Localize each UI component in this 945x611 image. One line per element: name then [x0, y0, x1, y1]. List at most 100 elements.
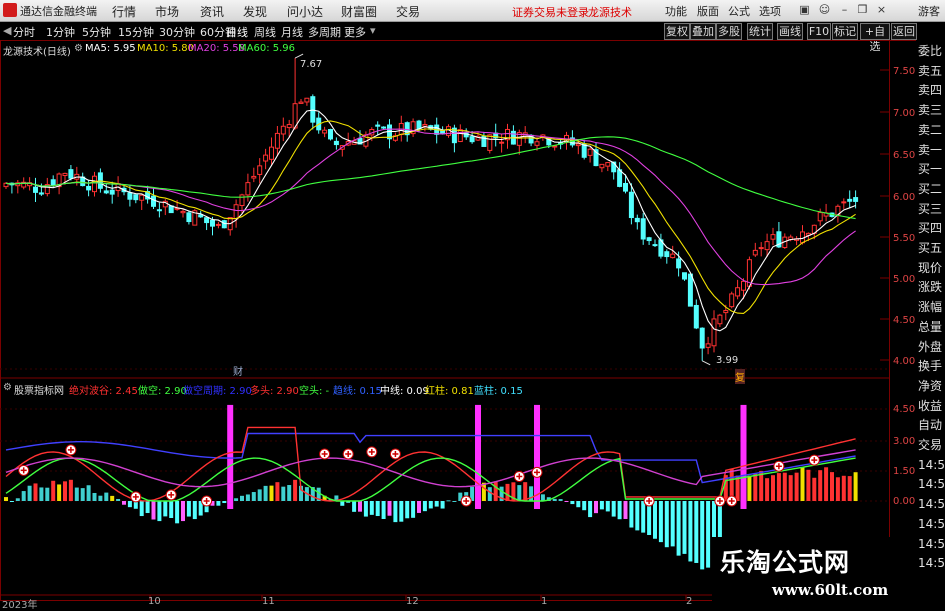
date-tick: 10: [148, 596, 161, 607]
f10-button[interactable]: F10: [807, 23, 831, 40]
menu-faxian[interactable]: 发现: [243, 3, 267, 20]
menu-xuanxiang[interactable]: 选项: [759, 3, 781, 19]
draw-line-button[interactable]: 画线: [777, 23, 803, 40]
quote-panel-item[interactable]: 自动: [918, 418, 942, 432]
finance-marker[interactable]: 财: [233, 363, 243, 378]
indicator-bar: [452, 500, 457, 502]
quote-panel-item[interactable]: 买二: [918, 182, 942, 196]
menu-jiaoyi[interactable]: 交易: [396, 3, 420, 20]
prev-arrow-icon[interactable]: ◀: [3, 24, 11, 37]
quote-panel-item[interactable]: 外盘: [918, 340, 942, 354]
indicator-bar: [186, 501, 191, 517]
add-watchlist-button[interactable]: +自选: [860, 23, 890, 53]
menu-shichang[interactable]: 市场: [155, 3, 179, 20]
stats-button[interactable]: 统计: [747, 23, 773, 40]
indicator-bar: [45, 487, 50, 501]
indicator-bar: [222, 501, 227, 504]
tab-weekly[interactable]: 周线: [254, 24, 276, 40]
quote-panel-item[interactable]: 收益: [918, 399, 942, 413]
quote-panel-item[interactable]: 14:56: [918, 556, 945, 570]
price-tick: 6.50: [893, 150, 916, 161]
menu-zixun[interactable]: 资讯: [200, 3, 224, 20]
indicator-bar: [800, 467, 805, 501]
quote-panel-item[interactable]: 总量: [918, 320, 942, 334]
menu-gongneng[interactable]: 功能: [665, 3, 687, 19]
overlay-button[interactable]: 叠加: [690, 23, 716, 40]
quote-panel-item[interactable]: 卖二: [918, 123, 942, 137]
tab-more[interactable]: 更多: [344, 24, 366, 40]
quote-panel-item[interactable]: 委比: [918, 44, 942, 58]
trade-login-notice[interactable]: 证券交易未登录: [512, 4, 589, 20]
kline-chart[interactable]: [0, 40, 916, 609]
indicator-item-4: 多头: 2.90: [250, 386, 299, 397]
restore-icon[interactable]: ❐: [856, 3, 869, 16]
tab-multi-period[interactable]: 多周期: [308, 24, 341, 40]
quote-panel-item[interactable]: 卖四: [918, 83, 942, 97]
back-button[interactable]: 返回: [891, 23, 917, 40]
candle-body: [210, 219, 215, 227]
quote-panel-item[interactable]: 14:55: [918, 458, 945, 472]
quote-panel-item[interactable]: 14:55: [918, 477, 945, 491]
quote-panel-item[interactable]: 现价: [918, 261, 942, 275]
quote-panel-item[interactable]: 14:56: [918, 517, 945, 531]
candle-body: [86, 185, 92, 191]
quote-panel-item[interactable]: 买五: [918, 241, 942, 255]
menu-gongshi[interactable]: 公式: [728, 3, 750, 19]
quote-panel-item[interactable]: 卖三: [918, 103, 942, 117]
quote-panel-item[interactable]: 涨幅: [918, 300, 942, 314]
quote-panel-item[interactable]: 14:56: [918, 537, 945, 551]
tab-1min[interactable]: 1分钟: [46, 24, 75, 40]
indicator-bar: [676, 501, 681, 556]
candle-body: [699, 327, 705, 349]
indicator-bar: [776, 473, 781, 501]
tab-fenshi[interactable]: 分时: [13, 24, 35, 40]
menu-hangqing[interactable]: 行情: [112, 3, 136, 20]
minimize-icon[interactable]: –: [838, 3, 851, 16]
mark-button[interactable]: 标记: [832, 23, 858, 40]
tab-30min[interactable]: 30分钟: [159, 24, 195, 40]
quote-panel-item[interactable]: 买一: [918, 162, 942, 176]
quote-panel-item[interactable]: 14:56: [918, 497, 945, 511]
settings-gear-icon[interactable]: ⚙: [74, 43, 83, 54]
quote-panel-item[interactable]: 买四: [918, 221, 942, 235]
tab-5min[interactable]: 5分钟: [82, 24, 111, 40]
watermark-url: www.60lt.com: [772, 581, 889, 599]
period-toolbar: ◀ 分时 1分钟 5分钟 15分钟 30分钟 60分钟 日线 周线 月线 多周期…: [0, 22, 945, 53]
chart-grid: [0, 40, 890, 601]
ma-lines: [5, 109, 856, 332]
rights-marker[interactable]: 复: [735, 369, 745, 384]
indicator-bar: [157, 501, 162, 522]
indicator-bar: [428, 501, 433, 509]
indicator-item-1: 绝对波谷: 2.45: [69, 386, 138, 397]
candle-body: [221, 220, 227, 229]
quote-panel-item[interactable]: 涨跌: [918, 280, 942, 294]
indicator-bar: [682, 501, 687, 554]
quote-panel-item[interactable]: 卖五: [918, 64, 942, 78]
quote-panel-item[interactable]: 卖一: [918, 143, 942, 157]
tab-monthly[interactable]: 月线: [281, 24, 303, 40]
fuquan-button[interactable]: 复权: [664, 23, 690, 40]
indicator-bar: [151, 501, 156, 520]
more-dropdown-icon[interactable]: ▾: [370, 24, 376, 37]
close-icon[interactable]: ×: [875, 3, 888, 16]
candle-body: [328, 129, 333, 140]
menu-banmian[interactable]: 版面: [697, 3, 719, 19]
menu-caifuquan[interactable]: 财富圈: [341, 3, 377, 20]
quote-panel-item[interactable]: 买三: [918, 202, 942, 216]
tab-15min[interactable]: 15分钟: [118, 24, 154, 40]
quote-panel-item[interactable]: 交易: [918, 438, 942, 452]
multi-stock-button[interactable]: 多股: [716, 23, 742, 40]
indicator-bar: [617, 501, 622, 520]
indicator-bar: [116, 498, 121, 501]
quote-panel-item[interactable]: 换手: [918, 359, 942, 373]
indicator-bar: [788, 475, 793, 501]
quote-panel-item[interactable]: 净资: [918, 379, 942, 393]
indicator-bar: [753, 473, 758, 501]
menu-wenxiaoda[interactable]: 问小达: [287, 3, 323, 20]
skin-icon[interactable]: ▣: [798, 3, 811, 16]
user-icon[interactable]: ☺: [818, 3, 831, 16]
indicator-settings-icon[interactable]: ⚙: [3, 382, 12, 393]
guest-label[interactable]: 游客: [918, 3, 940, 19]
candle-body: [764, 241, 770, 251]
tab-daily[interactable]: 日线: [226, 24, 248, 40]
